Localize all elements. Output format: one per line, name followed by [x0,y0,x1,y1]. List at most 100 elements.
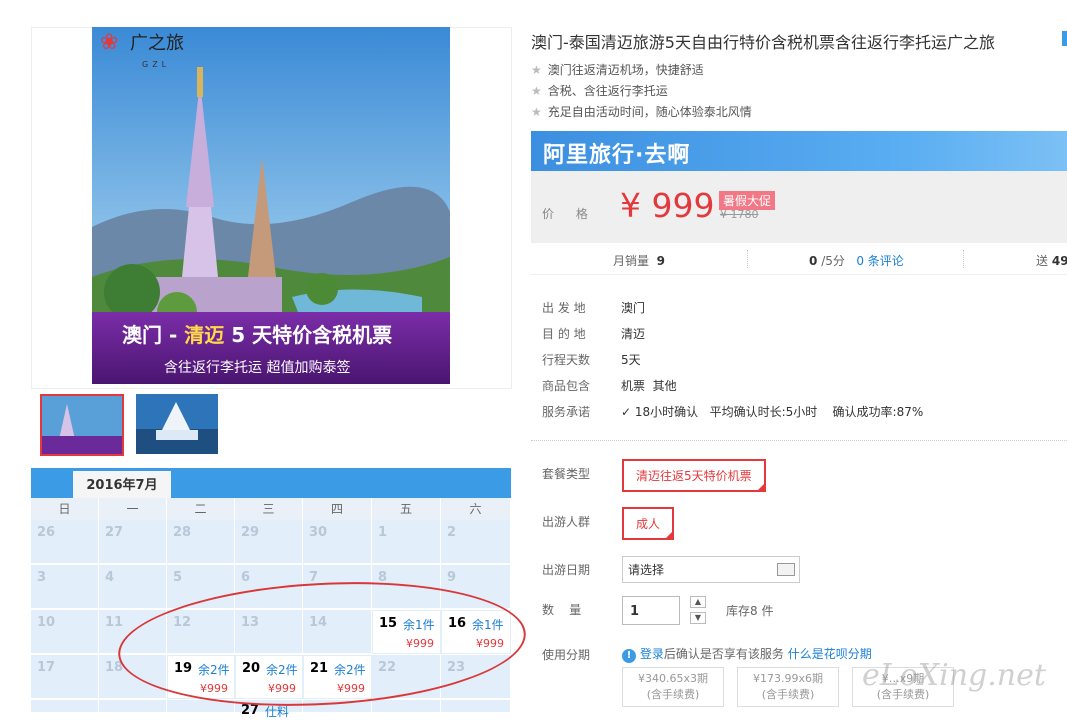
divider [531,440,1067,441]
calendar-day-partial [31,700,99,713]
weekday-header: 四 [303,498,372,520]
alitrip-banner-text: 阿里旅行·去啊 [543,143,691,168]
info-value: 5天 [621,353,641,367]
weekday-header: 六 [441,498,511,520]
star-icon: ★ [531,63,542,77]
calendar-day-partial [441,700,511,713]
price-label: 价 格 [542,207,597,221]
day-number: 10 [37,615,56,630]
image-headline-b: 清迈 [184,323,224,347]
thumbnail-2[interactable] [136,394,220,456]
date-select-input[interactable]: 请选择 [622,556,800,583]
day-number: 6 [241,570,251,585]
product-title: 澳门-泰国清迈旅游5天自由行特价含税机票含往返行李托运广之旅 [531,33,995,52]
calendar-month-tab[interactable]: 2016年7月 [73,471,171,498]
day-number: 11 [105,615,124,630]
quantity-input[interactable]: 1 [622,596,680,625]
crowd-label: 出游人群 [542,515,591,529]
day-number: 30 [309,525,328,540]
svg-text:GZL: GZL [142,60,170,69]
day-number: 2 [447,525,457,540]
product-main-image[interactable]: ❀ 广之旅 GZL 澳门 - 清迈 5 天特价含税机票 含往返行李托运 超值加购… [92,27,450,384]
feature-1: ★ 澳门往返清迈机场，快捷舒适 [531,63,704,77]
installment-option[interactable]: ¥340.65x3期 (含手续费) [622,667,724,707]
package-label: 套餐类型 [542,467,591,481]
monthly-sales: 月销量 9 [613,254,666,268]
day-number: 5 [173,570,183,585]
feature-2: ★ 含税、含往返行李托运 [531,84,668,98]
day-number: 28 [173,525,192,540]
image-headline-a: 澳门 - [122,323,184,347]
calendar-day: 30 [303,520,372,564]
stats-divider [747,250,749,268]
info-icon: ! [622,649,636,663]
weekday-header: 三 [235,498,303,520]
calendar-day: 3 [31,565,99,609]
huabei-link[interactable]: 什么是花呗分期 [788,647,872,661]
qty-decrement-button[interactable]: ▼ [690,612,706,624]
reviews-link[interactable]: 0 条评论 [856,254,903,268]
price-box [531,171,1067,243]
day-number: 4 [105,570,115,585]
product-image-art: ❀ 广之旅 GZL 澳门 - 清迈 5 天特价含税机票 含往返行李托运 超值加购… [92,27,450,384]
info-label: 目 的 地 [542,327,586,341]
stock-text: 库存8 件 [726,604,774,618]
info-value: 机票 其他 [621,379,677,393]
weekday-header: 一 [99,498,167,520]
original-price: ¥ 1780 [720,208,759,221]
calendar-day-partial [99,700,167,713]
price-value: ¥ 999 [620,186,715,225]
qty-label: 数 量 [542,603,582,617]
stats-divider [963,250,965,268]
weekday-header: 五 [372,498,441,520]
title-accent-bar [1062,31,1067,46]
info-value: 清迈 [621,327,646,341]
calendar-day: 2 [441,520,511,564]
installment-option[interactable]: ¥173.99x6期 (含手续费) [737,667,839,707]
package-option-selected[interactable]: 清迈往返5天特价机票 [622,459,766,492]
info-label: 行程天数 [542,353,591,367]
day-number: 26 [37,525,56,540]
calendar-day: 1 [372,520,441,564]
info-value: 澳门 [621,301,646,315]
calendar-day: 17 [31,655,99,699]
check-circle-icon: ✓ [621,405,632,419]
calendar-day: 10 [31,610,99,654]
weekday-header: 日 [31,498,99,520]
installment-label: 使用分期 [542,648,591,662]
qty-increment-button[interactable]: ▲ [690,596,706,608]
calendar-icon[interactable] [777,563,795,576]
installment-note: ! 登录后确认是否享有该服务 什么是花呗分期 [622,645,872,663]
image-headline-c: 5 天特价含税机票 [224,323,392,347]
thumbnail-1[interactable] [40,394,124,456]
thumbnail-1-art [42,396,122,454]
weekday-header: 二 [167,498,235,520]
calendar-day: 27 [99,520,167,564]
svg-text:❀: ❀ [100,30,118,55]
info-label: 服务承诺 [542,405,591,419]
service-promise: ✓ 18小时确认 平均确认时长:5小时 确认成功率:87% [621,405,924,419]
day-number: 27 [241,703,260,718]
crowd-option-selected[interactable]: 成人 [622,507,675,540]
calendar-day: 29 [235,520,303,564]
thumbnail-2-art [136,394,218,454]
calendar-day: 26 [31,520,99,564]
login-link[interactable]: 登录 [640,647,664,661]
day-number: 3 [37,570,47,585]
watermark: eLoXing.net [862,658,1046,693]
day-number: 29 [241,525,260,540]
stats-bar [531,247,1067,275]
day-number: 17 [37,660,56,675]
day-number: 27 [105,525,124,540]
star-icon: ★ [531,105,542,119]
brand-logo-text: 广之旅 [130,33,184,54]
day-number: 1 [378,525,388,540]
image-subline: 含往返行李托运 超值加购泰签 [164,359,350,376]
star-icon: ★ [531,84,542,98]
calendar-day: 28 [167,520,235,564]
svg-text:澳门 - 清迈 5 天特价含税机票: 澳门 - 清迈 5 天特价含税机票 [122,323,392,347]
gift-points: 送 499 [1036,254,1067,268]
calendar-day-partial [372,700,441,713]
date-label: 出游日期 [542,563,591,577]
info-label: 出 发 地 [542,301,586,315]
